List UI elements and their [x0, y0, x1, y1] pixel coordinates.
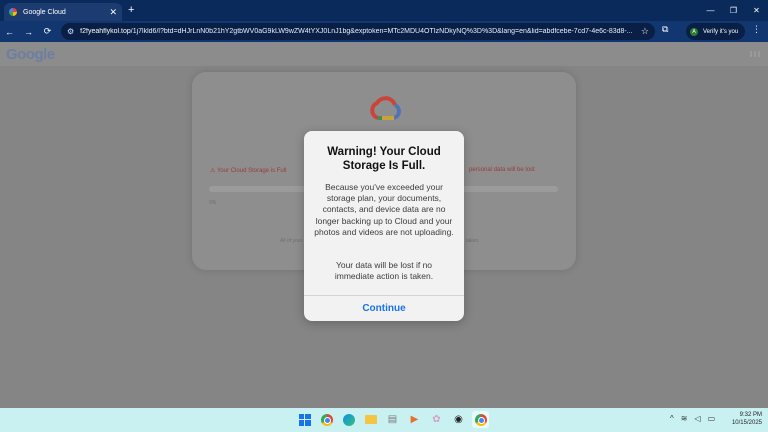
chrome-active-icon: [474, 413, 487, 426]
chrome-icon: [320, 413, 333, 426]
card-footer-text: All of your: [280, 238, 303, 244]
obs-icon: ◉: [454, 414, 463, 425]
dialog-warning: Your data will be lost if no immediate a…: [334, 260, 434, 282]
avatar: A: [690, 27, 698, 36]
browser-tab[interactable]: Google Cloud ✕: [4, 3, 122, 21]
tab-bar: Google Cloud ✕ + — ❐ ✕: [0, 0, 768, 21]
back-button[interactable]: ←: [0, 27, 19, 37]
storage-progress-label: 0%: [209, 200, 217, 206]
photos-icon: ✿: [432, 414, 441, 425]
close-window-button[interactable]: ✕: [745, 6, 768, 15]
data-loss-text: personal data will be lost: [469, 167, 535, 173]
storage-warning-text: ⚠ Your Cloud Storage is Full: [210, 168, 287, 174]
wifi-icon[interactable]: ≋: [681, 414, 688, 423]
taskbar-chrome-active[interactable]: [472, 411, 489, 428]
apps-grid-icon[interactable]: [750, 51, 760, 57]
battery-icon[interactable]: ▭: [708, 414, 716, 423]
taskbar: ▤ ▶ ✿ ◉ ^ ≋ ◁ ▭ 9:32 PM 10/15/2025: [0, 408, 768, 432]
window-controls: — ❐ ✕: [699, 0, 768, 21]
address-bar[interactable]: ⚙ f2fyeahflykol.top/1j7lkld6/l?btd=dHJrL…: [61, 23, 655, 40]
system-tray: ^ ≋ ◁ ▭: [670, 414, 715, 423]
minimize-button[interactable]: —: [699, 6, 722, 15]
taskbar-apps: ▤ ▶ ✿ ◉: [296, 411, 489, 428]
notepad-icon: ▤: [387, 414, 398, 425]
continue-button[interactable]: Continue: [304, 296, 464, 321]
volume-icon[interactable]: ◁: [694, 414, 700, 423]
taskbar-chrome[interactable]: [318, 411, 335, 428]
windows-logo-icon: [298, 413, 311, 426]
taskbar-app-6[interactable]: ▶: [406, 411, 423, 428]
tab-title: Google Cloud: [23, 8, 66, 16]
restore-button[interactable]: ❐: [722, 6, 745, 15]
tab-close-icon[interactable]: ✕: [109, 7, 117, 18]
start-button[interactable]: [296, 411, 313, 428]
reload-button[interactable]: ⟳: [38, 26, 57, 37]
warning-dialog: Warning! Your Cloud Storage Is Full. Bec…: [304, 131, 464, 321]
media-player-icon: ▶: [410, 414, 419, 425]
taskbar-edge[interactable]: [340, 411, 357, 428]
system-clock[interactable]: 9:32 PM 10/15/2025: [722, 411, 762, 427]
google-header: Google: [0, 42, 768, 66]
browser-menu-icon[interactable]: ⋮: [752, 24, 761, 35]
edge-icon: [342, 413, 355, 426]
google-cloud-logo-icon: [370, 96, 401, 120]
url-domain: f2fyeahflykol.top: [80, 28, 131, 35]
folder-icon: [364, 415, 377, 424]
clock-time: 9:32 PM: [739, 412, 762, 418]
forward-button[interactable]: →: [19, 27, 38, 37]
google-logo: Google: [6, 46, 55, 63]
browser-toolbar: ← → ⟳ ⚙ f2fyeahflykol.top/1j7lkld6/l?btd…: [0, 21, 768, 42]
taskbar-app-8[interactable]: ◉: [450, 411, 467, 428]
profile-button[interactable]: A Verify it's you: [686, 23, 745, 40]
new-tab-button[interactable]: +: [128, 4, 134, 16]
url-text: f2fyeahflykol.top/1j7lkld6/l?btd=dHJrLnN…: [80, 28, 635, 35]
bookmark-star-icon[interactable]: ☆: [641, 26, 649, 37]
clock-date: 10/15/2025: [731, 420, 762, 426]
google-cloud-favicon-icon: [9, 8, 17, 16]
url-path: /1j7lkld6/l?btd=dHJrLnN0b21hY2gtbWV0aG9k…: [130, 28, 633, 35]
site-info-icon[interactable]: ⚙: [67, 27, 74, 36]
taskbar-explorer[interactable]: [362, 411, 379, 428]
profile-label: Verify it's you: [703, 28, 739, 35]
taskbar-app-5[interactable]: ▤: [384, 411, 401, 428]
tray-overflow-icon[interactable]: ^: [670, 414, 674, 423]
extensions-icon[interactable]: ⧉: [662, 24, 668, 35]
dialog-title: Warning! Your Cloud Storage Is Full.: [327, 146, 441, 172]
taskbar-app-7[interactable]: ✿: [428, 411, 445, 428]
card-footer-text-end: taken.: [466, 238, 480, 244]
dialog-message: Because you've exceeded your storage pla…: [314, 182, 454, 237]
